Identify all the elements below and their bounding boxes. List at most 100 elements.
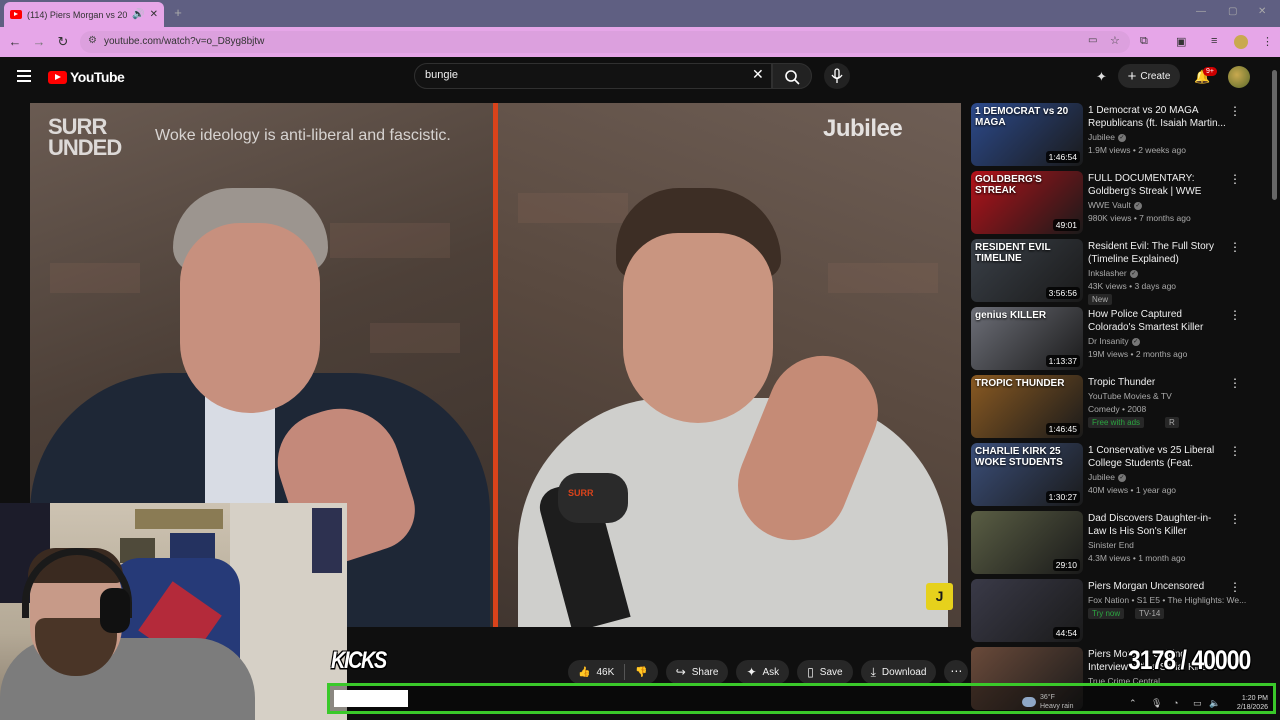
recommendation-title[interactable]: Tropic Thunder (1088, 376, 1226, 389)
more-actions-icon[interactable]: ⋯ (944, 660, 969, 684)
more-options-icon[interactable]: ⋮ (1229, 104, 1241, 118)
recommendation-meta: 4.3M views • 1 month ago (1088, 553, 1186, 563)
more-options-icon[interactable]: ⋮ (1229, 172, 1241, 186)
voice-search-button[interactable] (824, 63, 850, 89)
tray-network-icon[interactable]: ◔ (1173, 698, 1178, 708)
video-thumbnail[interactable]: TROPIC THUNDER 1:46:45 (971, 375, 1083, 438)
recommendation-channel[interactable]: Dr Insanity ✓ (1088, 336, 1140, 346)
recommendation-item[interactable]: 1 DEMOCRAT vs 20 MAGA 1:46:54 1 Democrat v… (971, 103, 1261, 167)
tray-microphone-icon[interactable]: 🎙 (1151, 698, 1162, 709)
browser-menu-icon[interactable]: ⋮ (1262, 35, 1273, 48)
channel-name: Inkslasher (1088, 268, 1127, 278)
recommendation-item[interactable]: 29:10 Dad Discovers Daughter-in-Law Is Hi… (971, 511, 1261, 575)
recommendation-item[interactable]: genius KILLER 1:13:37 How Police Captured … (971, 307, 1261, 371)
video-thumbnail[interactable]: 44:54 (971, 579, 1083, 642)
address-bar[interactable]: ⚙ youtube.com/watch?v=o_D8yg8bjtw ▭ ☆ (80, 31, 1130, 53)
more-options-icon[interactable]: ⋮ (1229, 512, 1241, 526)
bookmark-star-icon[interactable]: ☆ (1110, 34, 1120, 47)
download-button[interactable]: ⤓ Download (860, 660, 937, 684)
recommendation-channel[interactable]: Fox Nation • S1 E5 • The Highlights: We.… (1088, 595, 1246, 605)
microphone-head (558, 473, 628, 523)
video-thumbnail[interactable]: CHARLIE KIRK 25 WOKE STUDENTS 1:30:27 (971, 443, 1083, 506)
recommendation-channel[interactable]: Sinister End (1088, 540, 1134, 550)
video-thumbnail[interactable]: GOLDBERG'S STREAK 49:01 (971, 171, 1083, 234)
extensions-icon[interactable]: ⧉ (1140, 35, 1148, 48)
like-button[interactable]: 👍 46K (568, 667, 624, 678)
search-input[interactable] (425, 69, 745, 81)
video-thumbnail[interactable]: 1 DEMOCRAT vs 20 MAGA 1:46:54 (971, 103, 1083, 166)
tab-search-icon[interactable]: ▣ (1176, 35, 1186, 48)
thumbnail-text: 1 DEMOCRAT vs 20 MAGA (975, 106, 1069, 128)
browser-tab-active[interactable]: (114) Piers Morgan vs 20 Wo 🔊 ✕ (4, 2, 164, 27)
recommendation-title[interactable]: How Police Captured Colorado's Smartest … (1088, 308, 1226, 334)
youtube-masthead: YouTube ✕ ✦ + Create 🔔 9+ (0, 57, 1280, 97)
channel-name: Fox Nation • S1 E5 • The Highlights: We.… (1088, 595, 1247, 605)
site-info-icon[interactable]: ⚙ (88, 35, 97, 46)
maximize-icon[interactable]: ▢ (1228, 6, 1237, 17)
recommendation-channel[interactable]: Jubilee ✓ (1088, 132, 1126, 142)
account-avatar[interactable] (1228, 66, 1250, 88)
reload-icon[interactable]: ↻ (55, 34, 71, 50)
search-box[interactable] (414, 63, 772, 89)
goal-progress-fill (334, 690, 408, 707)
more-options-icon[interactable]: ⋮ (1229, 308, 1241, 322)
recommendation-title[interactable]: Resident Evil: The Full Story (Timeline … (1088, 240, 1226, 266)
recommendation-title[interactable]: 1 Conservative vs 25 Liberal College Stu… (1088, 444, 1226, 470)
new-tab-button[interactable]: + (170, 5, 186, 21)
back-arrow-icon[interactable]: ← (7, 34, 23, 50)
more-options-icon[interactable]: ⋮ (1229, 376, 1241, 390)
recommendation-badge: TV-14 (1135, 608, 1165, 619)
search-button[interactable] (772, 63, 812, 89)
share-button[interactable]: ↪ Share (665, 660, 729, 684)
reading-list-icon[interactable]: ≡ (1211, 35, 1217, 47)
minimize-icon[interactable]: — (1196, 6, 1206, 17)
recommendation-channel[interactable]: Inkslasher ✓ (1088, 268, 1138, 278)
tray-display-icon[interactable]: ▭ (1193, 698, 1202, 709)
taskbar-weather[interactable]: 36°F Heavy rain (1040, 693, 1073, 711)
channel-name: Sinister End (1088, 540, 1134, 550)
clear-search-icon[interactable]: ✕ (752, 67, 764, 81)
recommendation-item[interactable]: GOLDBERG'S STREAK 49:01 FULL DOCUMENTARY: … (971, 171, 1261, 235)
speaker-icon[interactable]: 🔊 (132, 9, 144, 20)
recommendation-item[interactable]: TROPIC THUNDER 1:46:45 Tropic Thunder YouTu… (971, 375, 1261, 439)
forward-arrow-icon[interactable]: → (31, 34, 47, 50)
youtube-logo[interactable]: YouTube (48, 69, 125, 85)
more-options-icon[interactable]: ⋮ (1229, 580, 1241, 594)
recommendation-badge: Try now (1088, 608, 1125, 619)
create-label: Create (1140, 70, 1171, 82)
taskbar-clock[interactable]: 1:20 PM 2/18/2026 (1230, 694, 1268, 712)
recommendation-item[interactable]: 44:54 Piers Morgan Uncensored Fox Nation •… (971, 579, 1261, 643)
gemini-sparkle-icon[interactable]: ✦ (1096, 69, 1107, 85)
create-button[interactable]: + Create (1118, 64, 1180, 88)
recommendation-channel[interactable]: Jubilee ✓ (1088, 472, 1126, 482)
tray-volume-icon[interactable]: 🔈 (1209, 698, 1220, 709)
video-thumbnail[interactable]: RESIDENT EVIL TIMELINE 3:56:56 (971, 239, 1083, 302)
video-thumbnail[interactable]: genius KILLER 1:13:37 (971, 307, 1083, 370)
recommendation-title[interactable]: Dad Discovers Daughter-in-Law Is His Son… (1088, 512, 1226, 538)
video-thumbnail[interactable]: 29:10 (971, 511, 1083, 574)
save-button[interactable]: ▯ Save (797, 660, 853, 684)
recommendation-channel[interactable]: WWE Vault ✓ (1088, 200, 1142, 210)
more-options-icon[interactable]: ⋮ (1229, 444, 1241, 458)
profile-avatar-icon[interactable] (1234, 35, 1248, 49)
scrollbar-thumb[interactable] (1272, 70, 1277, 200)
dislike-button[interactable]: 👎 (625, 667, 657, 678)
weather-cloud-icon[interactable] (1022, 697, 1036, 707)
plus-icon: + (1127, 67, 1137, 85)
recommendation-title[interactable]: FULL DOCUMENTARY: Goldberg's Streak | WW… (1088, 172, 1226, 198)
channel-watermark-badge[interactable]: J (926, 583, 953, 610)
menu-icon[interactable] (17, 70, 31, 82)
cast-icon[interactable]: ▭ (1088, 35, 1097, 46)
tab-close-icon[interactable]: ✕ (150, 9, 158, 20)
verified-check-icon: ✓ (1117, 133, 1126, 142)
recommendation-title[interactable]: Piers Morgan Uncensored (1088, 580, 1226, 593)
youtube-logo-text: YouTube (70, 69, 125, 85)
recommendation-item[interactable]: CHARLIE KIRK 25 WOKE STUDENTS 1:30:27 1 Co… (971, 443, 1261, 507)
recommendation-title[interactable]: 1 Democrat vs 20 MAGA Republicans (ft. I… (1088, 104, 1226, 130)
ask-button[interactable]: ✦ Ask (736, 660, 790, 684)
recommendation-item[interactable]: RESIDENT EVIL TIMELINE 3:56:56 Resident Ev… (971, 239, 1261, 305)
more-options-icon[interactable]: ⋮ (1229, 240, 1241, 254)
tray-chevron-icon[interactable]: ⌃ (1129, 698, 1137, 709)
recommendation-channel[interactable]: YouTube Movies & TV (1088, 391, 1172, 401)
window-close-icon[interactable]: ✕ (1258, 6, 1266, 17)
